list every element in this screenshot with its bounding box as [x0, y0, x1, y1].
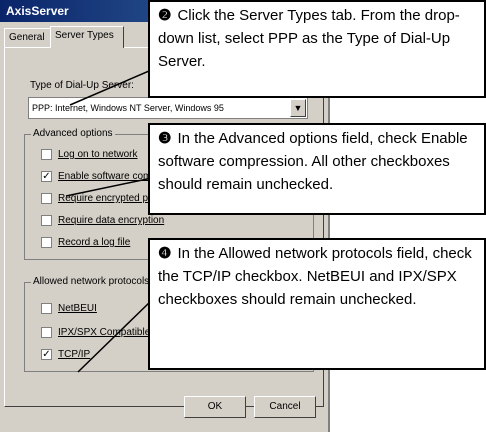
checkbox-box[interactable] — [41, 149, 52, 160]
chevron-down-icon[interactable]: ▼ — [290, 99, 306, 117]
step-number-2: ❷ — [158, 7, 172, 24]
tab-general[interactable]: General — [4, 28, 56, 47]
dialup-type-value: PPP: Internet, Windows NT Server, Window… — [32, 103, 224, 113]
checkbox-box[interactable] — [41, 237, 52, 248]
checkbox-box[interactable] — [41, 327, 52, 338]
dialup-type-select[interactable]: PPP: Internet, Windows NT Server, Window… — [28, 97, 308, 119]
checkbox-tcp-ip[interactable]: ✓ TCP/IP — [41, 349, 90, 363]
checkbox-log-on[interactable]: Log on to network — [41, 149, 138, 163]
advanced-options-title: Advanced options — [31, 128, 115, 139]
checkbox-require-data-encryption[interactable]: Require data encryption — [41, 215, 164, 229]
callout-3-text: In the Advanced options field, check Ena… — [158, 130, 468, 193]
callout-3: ❸ In the Advanced options field, check En… — [148, 123, 486, 215]
ok-button[interactable]: OK — [184, 396, 246, 418]
callout-2-text: Click the Server Types tab. From the dro… — [158, 7, 460, 70]
callout-2: ❷ Click the Server Types tab. From the dr… — [148, 0, 486, 98]
checkbox-box[interactable] — [41, 193, 52, 204]
step-number-4: ❹ — [158, 245, 172, 262]
network-protocols-title: Allowed network protocols — [31, 276, 152, 287]
checkmark-icon[interactable]: ✓ — [41, 349, 52, 360]
checkbox-record-log[interactable]: Record a log file — [41, 237, 130, 251]
dialup-type-label: Type of Dial-Up Server: — [30, 80, 134, 91]
checkmark-icon[interactable]: ✓ — [41, 171, 52, 182]
callout-4-text: In the Allowed network protocols field, … — [158, 245, 472, 308]
checkbox-ipx-spx[interactable]: IPX/SPX Compatible — [41, 327, 150, 341]
checkbox-box[interactable] — [41, 215, 52, 226]
step-number-3: ❸ — [158, 130, 172, 147]
checkbox-netbeui[interactable]: NetBEUI — [41, 303, 97, 317]
checkbox-box[interactable] — [41, 303, 52, 314]
tab-server-types[interactable]: Server Types — [50, 26, 124, 48]
cancel-button[interactable]: Cancel — [254, 396, 316, 418]
callout-4: ❹ In the Allowed network protocols field,… — [148, 238, 486, 370]
